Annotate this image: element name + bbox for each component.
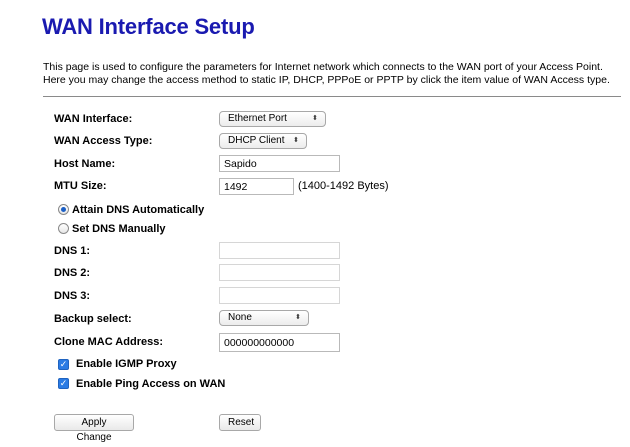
- reset-button[interactable]: Reset: [219, 414, 261, 431]
- wan-access-type-value: DHCP Client: [228, 135, 285, 146]
- wan-access-type-label: WAN Access Type:: [54, 135, 153, 147]
- divider: [43, 96, 621, 97]
- chevron-updown-icon: ⬍: [312, 115, 318, 122]
- backup-select[interactable]: None ⬍: [219, 310, 309, 326]
- clone-mac-label: Clone MAC Address:: [54, 336, 163, 348]
- mtu-size-input[interactable]: 1492: [219, 178, 294, 195]
- wan-interface-value: Ethernet Port: [228, 113, 287, 124]
- backup-select-value: None: [228, 312, 252, 323]
- dns3-label: DNS 3:: [54, 290, 91, 302]
- dns3-input[interactable]: [219, 287, 340, 304]
- apply-change-button[interactable]: Apply Change: [54, 414, 134, 443]
- igmp-proxy-label[interactable]: Enable IGMP Proxy: [76, 358, 177, 370]
- dns-manual-radio[interactable]: [58, 223, 69, 234]
- dns2-input[interactable]: [219, 264, 340, 281]
- chevron-updown-icon: ⬍: [293, 137, 299, 144]
- wan-interface-select[interactable]: Ethernet Port ⬍: [219, 111, 326, 127]
- wan-interface-label: WAN Interface:: [54, 113, 133, 125]
- ping-access-label[interactable]: Enable Ping Access on WAN: [76, 378, 225, 390]
- host-name-input[interactable]: Sapido: [219, 155, 340, 172]
- dns1-label: DNS 1:: [54, 245, 91, 257]
- mtu-size-hint: (1400-1492 Bytes): [298, 180, 389, 192]
- chevron-updown-icon: ⬍: [295, 314, 301, 321]
- host-name-label: Host Name:: [54, 158, 116, 170]
- dns2-label: DNS 2:: [54, 267, 91, 279]
- page-description: This page is used to configure the param…: [43, 61, 610, 86]
- backup-select-label: Backup select:: [54, 313, 132, 325]
- clone-mac-input[interactable]: 000000000000: [219, 333, 340, 352]
- dns-auto-label[interactable]: Attain DNS Automatically: [72, 204, 204, 216]
- ping-access-checkbox[interactable]: ✓: [58, 378, 69, 389]
- dns-manual-label[interactable]: Set DNS Manually: [72, 223, 166, 235]
- wan-access-type-select[interactable]: DHCP Client ⬍: [219, 133, 307, 149]
- igmp-proxy-checkbox[interactable]: ✓: [58, 359, 69, 370]
- dns-auto-radio[interactable]: [58, 204, 69, 215]
- mtu-size-label: MTU Size:: [54, 180, 107, 192]
- dns1-input[interactable]: [219, 242, 340, 259]
- page-title: WAN Interface Setup: [42, 14, 255, 39]
